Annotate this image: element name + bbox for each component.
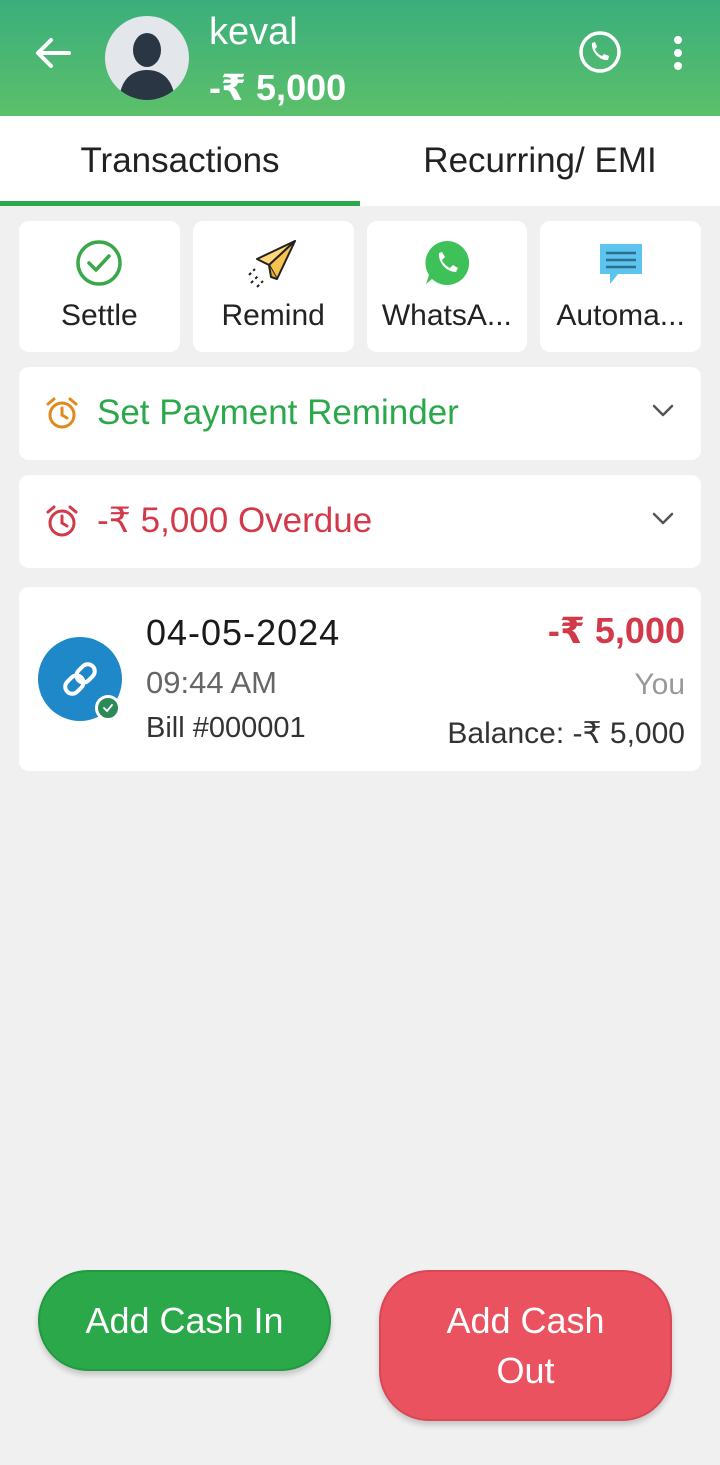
person-silhouette-icon xyxy=(119,33,175,100)
more-vertical-icon xyxy=(674,36,682,70)
add-cash-in-button[interactable]: Add Cash In xyxy=(38,1270,331,1371)
set-payment-reminder-label: Set Payment Reminder xyxy=(97,393,459,432)
link-icon xyxy=(63,662,97,696)
whatsapp-label: WhatsA... xyxy=(381,299,512,332)
settle-label: Settle xyxy=(61,299,138,332)
quick-actions: Settle Remind WhatsA... Automa... xyxy=(19,221,701,352)
verified-check-icon xyxy=(95,695,121,721)
app-header: keval -₹ 5,000 xyxy=(0,0,720,116)
running-balance: Balance: -₹ 5,000 xyxy=(447,717,685,750)
paper-plane-icon xyxy=(248,240,297,288)
automate-label: Automa... xyxy=(556,299,685,332)
call-button[interactable] xyxy=(576,28,624,76)
contact-name: keval xyxy=(209,11,298,53)
avatar[interactable] xyxy=(105,16,189,100)
overdue-row[interactable]: -₹ 5,000 Overdue xyxy=(19,475,701,568)
chevron-down-icon xyxy=(652,512,674,525)
contact-balance: -₹ 5,000 xyxy=(209,67,347,108)
transaction-time: 09:44 AM xyxy=(146,665,277,700)
automate-button[interactable]: Automa... xyxy=(540,221,701,352)
more-options-button[interactable] xyxy=(660,30,696,76)
alarm-clock-icon xyxy=(46,505,78,537)
settle-button[interactable]: Settle xyxy=(19,221,180,352)
phone-icon xyxy=(579,31,621,73)
bill-number: Bill #000001 xyxy=(146,712,306,744)
chevron-down-icon xyxy=(652,404,674,417)
arrow-left-icon xyxy=(36,38,71,68)
whatsapp-icon xyxy=(425,240,469,285)
back-button[interactable] xyxy=(26,30,80,76)
alarm-clock-icon xyxy=(46,397,78,429)
transaction-card[interactable]: 04-05-2024 09:44 AM Bill #000001 -₹ 5,00… xyxy=(19,587,701,771)
remind-label: Remind xyxy=(221,299,325,332)
remind-button[interactable]: Remind xyxy=(192,221,354,352)
transaction-by: You xyxy=(634,668,685,701)
check-circle-icon xyxy=(76,240,123,286)
message-icon xyxy=(599,244,642,284)
transaction-amount: -₹ 5,000 xyxy=(547,610,685,651)
tab-transactions[interactable]: Transactions xyxy=(0,116,360,206)
tab-recurring-emi[interactable]: Recurring/ EMI xyxy=(360,116,720,206)
tab-bar: Transactions Recurring/ EMI xyxy=(0,116,720,206)
transaction-date: 04-05-2024 xyxy=(146,612,341,653)
set-payment-reminder-row[interactable]: Set Payment Reminder xyxy=(19,367,701,460)
overdue-label: -₹ 5,000 Overdue xyxy=(97,501,373,540)
whatsapp-button[interactable]: WhatsA... xyxy=(366,221,528,352)
add-cash-out-button[interactable]: Add Cash Out xyxy=(379,1270,672,1421)
